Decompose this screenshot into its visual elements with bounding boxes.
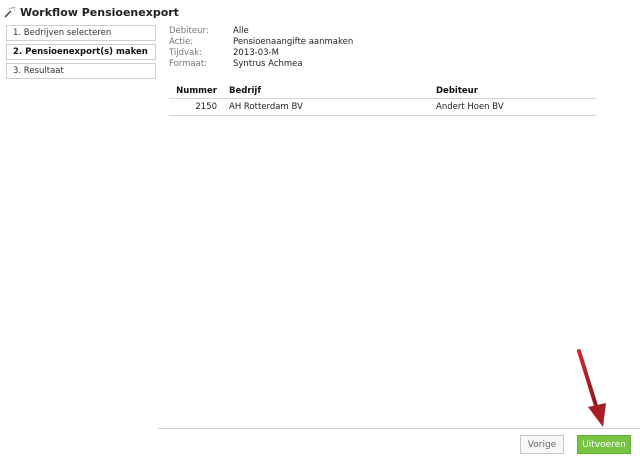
summary-label: Formaat: xyxy=(169,59,208,69)
step-label: 1. Bedrijven selecteren xyxy=(13,28,112,38)
summary-value: Pensioenaangifte aanmaken xyxy=(233,37,354,47)
page-title: Workflow Pensioenexport xyxy=(20,5,179,19)
magic-wand-icon xyxy=(4,6,16,18)
summary-value: 2013-03-M xyxy=(233,48,279,58)
table-header-row: Nummer Bedrijf Debiteur xyxy=(169,84,596,99)
summary-label: Debiteur: xyxy=(169,26,209,36)
export-summary: Debiteur: Alle Actie: Pensioenaangifte a… xyxy=(169,26,353,70)
cell-nummer: 2150 xyxy=(169,98,223,116)
summary-label: Actie: xyxy=(169,37,194,47)
cell-debiteur: Andert Hoen BV xyxy=(436,98,596,116)
column-header-bedrijf: Bedrijf xyxy=(223,84,436,99)
summary-row-formaat: Formaat: Syntrus Achmea xyxy=(169,59,353,70)
window-title-bar: Workflow Pensioenexport xyxy=(4,4,179,20)
execute-button[interactable]: Uitvoeren xyxy=(577,435,631,454)
step-result[interactable]: 3. Resultaat xyxy=(6,63,156,79)
step-label: 2. Pensioenexport(s) maken xyxy=(13,47,148,57)
summary-value: Alle xyxy=(233,26,249,36)
step-label: 3. Resultaat xyxy=(13,66,64,76)
table-row[interactable]: 2150 AH Rotterdam BV Andert Hoen BV xyxy=(169,98,596,116)
companies-table: Nummer Bedrijf Debiteur 2150 AH Rotterda… xyxy=(169,84,596,116)
wizard-steps: 1. Bedrijven selecteren 2. Pensioenexpor… xyxy=(6,25,156,82)
step-make-exports[interactable]: 2. Pensioenexport(s) maken xyxy=(6,44,156,60)
summary-value: Syntrus Achmea xyxy=(233,59,303,69)
step-select-companies[interactable]: 1. Bedrijven selecteren xyxy=(6,25,156,41)
summary-row-actie: Actie: Pensioenaangifte aanmaken xyxy=(169,37,353,48)
column-header-nummer: Nummer xyxy=(169,84,223,99)
summary-row-tijdvak: Tijdvak: 2013-03-M xyxy=(169,48,353,59)
annotation-arrow-icon xyxy=(577,349,606,427)
cell-bedrijf: AH Rotterdam BV xyxy=(223,98,436,116)
summary-label: Tijdvak: xyxy=(169,48,203,58)
previous-button[interactable]: Vorige xyxy=(520,435,564,454)
summary-row-debiteur: Debiteur: Alle xyxy=(169,26,353,37)
column-header-debiteur: Debiteur xyxy=(436,84,596,99)
